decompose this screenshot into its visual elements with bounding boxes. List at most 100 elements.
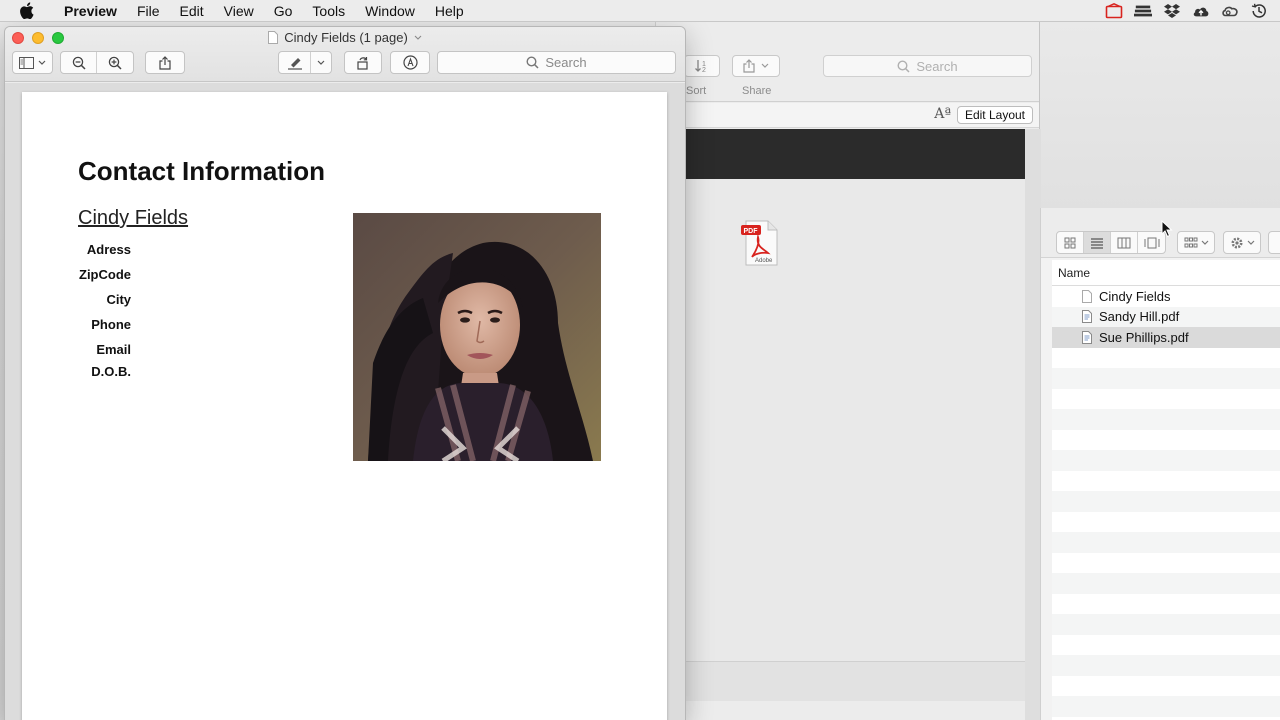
- column-view-button[interactable]: [1111, 232, 1138, 253]
- sidebar-toggle-button[interactable]: [12, 51, 53, 74]
- dropbox-icon[interactable]: [1163, 2, 1181, 20]
- empty-row: [1052, 471, 1280, 492]
- flashcard-app-icon[interactable]: [1105, 2, 1123, 20]
- contact-photo: [353, 213, 601, 461]
- pdf-document-icon: [1082, 310, 1092, 324]
- background-search-field[interactable]: Search: [823, 55, 1032, 77]
- zoom-controls: [60, 51, 134, 74]
- empty-row: [1052, 676, 1280, 697]
- empty-row: [1052, 655, 1280, 676]
- file-row[interactable]: Cindy Fields: [1052, 286, 1280, 307]
- share-button-partial[interactable]: [1268, 231, 1280, 254]
- pdf-file-icon[interactable]: PDF Adobe: [740, 219, 780, 267]
- chevron-down-icon: [414, 35, 422, 40]
- highlight-controls: [278, 51, 332, 74]
- menu-go[interactable]: Go: [264, 0, 303, 22]
- chevron-down-icon: [1247, 240, 1254, 245]
- menu-edit[interactable]: Edit: [170, 0, 214, 22]
- sort-icon: 12: [695, 60, 706, 73]
- apple-menu-icon[interactable]: [20, 2, 36, 20]
- pdf-page[interactable]: Contact Information Cindy Fields Adress …: [22, 92, 667, 720]
- field-label-email: Email: [96, 342, 131, 357]
- zoom-out-icon: [72, 56, 86, 70]
- empty-row: [1052, 389, 1280, 410]
- file-list: Name Cindy Fields Sandy Hill.pdf Sue Phi…: [1052, 260, 1280, 720]
- empty-row: [1052, 348, 1280, 369]
- action-menu-button[interactable]: [1223, 231, 1261, 254]
- share-icon: [159, 55, 171, 70]
- empty-row: [1052, 573, 1280, 594]
- empty-row: [1052, 512, 1280, 533]
- search-placeholder: Search: [545, 55, 587, 70]
- sort-label: Sort: [686, 85, 707, 97]
- list-view-icon: [1091, 237, 1103, 249]
- empty-row: [1052, 430, 1280, 451]
- empty-row: [1052, 409, 1280, 430]
- search-icon: [526, 56, 539, 69]
- edit-layout-button[interactable]: Edit Layout: [956, 106, 1033, 124]
- chevron-down-icon: [761, 63, 769, 68]
- svg-text:2: 2: [702, 67, 706, 73]
- format-bar: Aª Edit Layout: [656, 103, 1039, 128]
- status-icons: [1105, 0, 1268, 22]
- cloud-upload-icon[interactable]: [1192, 2, 1210, 20]
- time-machine-icon[interactable]: [1250, 2, 1268, 20]
- highlighter-icon: [287, 57, 302, 70]
- zoom-out-button[interactable]: [61, 52, 97, 73]
- highlight-button[interactable]: [279, 52, 311, 73]
- stacks-icon[interactable]: [1134, 2, 1152, 20]
- gallery-view-icon: [1144, 237, 1159, 248]
- creative-cloud-icon[interactable]: [1221, 2, 1239, 20]
- window-title[interactable]: Cindy Fields (1 page): [5, 30, 685, 45]
- menu-file[interactable]: File: [127, 0, 170, 22]
- field-label-city: City: [106, 292, 131, 307]
- list-view-button[interactable]: [1084, 232, 1111, 253]
- search-field[interactable]: Search: [437, 51, 676, 74]
- highlight-menu-button[interactable]: [311, 52, 331, 73]
- menu-tools[interactable]: Tools: [302, 0, 355, 22]
- field-label-phone: Phone: [91, 317, 131, 332]
- empty-row: [1052, 450, 1280, 471]
- field-label-dob: D.O.B.: [91, 364, 131, 379]
- share-button[interactable]: [145, 51, 185, 74]
- menu-bar: Preview File Edit View Go Tools Window H…: [0, 0, 1280, 22]
- empty-row: [1052, 532, 1280, 553]
- group-by-button[interactable]: [1177, 231, 1215, 254]
- menu-help[interactable]: Help: [425, 0, 474, 22]
- file-row-selected[interactable]: Sue Phillips.pdf: [1052, 327, 1280, 348]
- field-label-zipcode: ZipCode: [79, 267, 131, 282]
- empty-row: [1052, 553, 1280, 574]
- svg-text:Adobe: Adobe: [755, 258, 773, 264]
- zoom-in-button[interactable]: [97, 52, 133, 73]
- empty-row: [1052, 368, 1280, 389]
- gear-icon: [1231, 237, 1242, 248]
- menu-view[interactable]: View: [214, 0, 264, 22]
- dark-header-band: [656, 129, 1025, 179]
- icon-view-button[interactable]: [1057, 232, 1084, 253]
- menu-app-name[interactable]: Preview: [54, 0, 127, 22]
- document-icon: [1082, 289, 1092, 303]
- rotate-button[interactable]: [344, 51, 382, 74]
- view-mode-selector: [1056, 231, 1166, 254]
- file-row[interactable]: Sandy Hill.pdf: [1052, 306, 1280, 327]
- window-title-text: Cindy Fields (1 page): [284, 30, 408, 45]
- background-content-area: PDF Adobe: [656, 179, 1025, 661]
- background-toolbar: 12 Sort Share Search: [656, 22, 1039, 102]
- background-bottom-bar: [656, 661, 1025, 701]
- field-label-address: Adress: [86, 242, 131, 257]
- mouse-cursor-icon: [1161, 220, 1173, 238]
- empty-row: [1052, 635, 1280, 656]
- chevron-down-icon: [38, 60, 46, 65]
- file-name: Cindy Fields: [1099, 288, 1171, 304]
- file-name: Sue Phillips.pdf: [1099, 329, 1189, 345]
- window-edge: [1025, 129, 1041, 720]
- markup-toolbar-button[interactable]: [390, 51, 430, 74]
- document-proxy-icon: [268, 31, 279, 44]
- menu-window[interactable]: Window: [355, 0, 425, 22]
- sort-button[interactable]: 12: [684, 55, 720, 77]
- column-header-name[interactable]: Name: [1052, 260, 1280, 286]
- sidebar-icon: [19, 56, 34, 69]
- share-button[interactable]: [732, 55, 780, 77]
- preview-titlebar: Cindy Fields (1 page) Search: [5, 27, 685, 82]
- text-size-icon[interactable]: Aª: [934, 106, 951, 122]
